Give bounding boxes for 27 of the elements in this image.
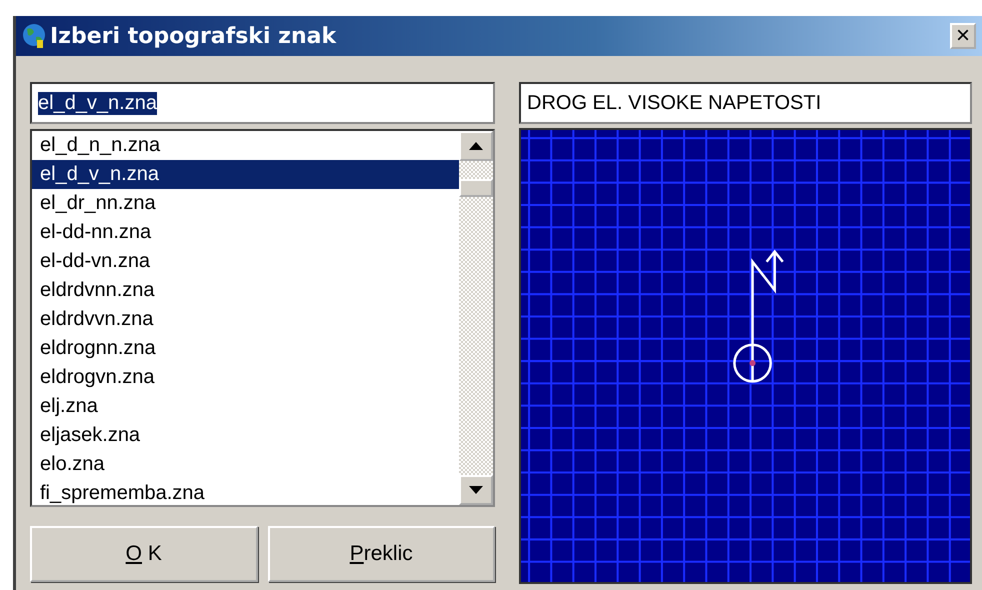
list-item[interactable]: elj.zna xyxy=(32,392,459,421)
list-item[interactable]: elo.zna xyxy=(32,450,459,479)
down-arrow-icon xyxy=(469,486,483,494)
list-item[interactable]: eldrdvvn.zna xyxy=(32,305,459,334)
up-arrow-icon xyxy=(469,142,483,150)
scroll-thumb[interactable] xyxy=(459,179,493,197)
list-item[interactable]: el-dd-vn.zna xyxy=(32,247,459,276)
description-field[interactable]: DROG EL. VISOKE NAPETOSTI xyxy=(519,82,972,124)
list-item[interactable]: fi_sprememba.zna xyxy=(32,479,459,505)
list-item[interactable]: el_d_v_n.zna xyxy=(32,160,459,189)
cancel-button[interactable]: Preklic xyxy=(268,526,495,582)
close-button[interactable]: × xyxy=(950,23,976,49)
list-item[interactable]: eldrognn.zna xyxy=(32,334,459,363)
file-name-field[interactable]: el_d_v_n.zna xyxy=(30,82,495,124)
list-item[interactable]: eljasek.zna xyxy=(32,421,459,450)
scrollbar[interactable] xyxy=(459,131,493,505)
ok-button[interactable]: O K xyxy=(30,526,258,582)
list-item[interactable]: eldrdvnn.zna xyxy=(32,276,459,305)
file-list[interactable]: el_d_n_n.zna el_d_v_n.zna el_dr_nn.zna el-dd-nn.zna el-dd-vn.zna eldrdvnn.zna eldrdvvn.zna eldrognn.zna eldrogvn.zna elj.zna eljasek.zna elo.zna fi_sprememba.zna xyxy=(30,129,495,507)
list-item[interactable]: el-dd-nn.zna xyxy=(32,218,459,247)
globe-icon xyxy=(22,23,46,49)
list-item[interactable]: el_d_n_n.zna xyxy=(32,131,459,160)
list-item[interactable]: el_dr_nn.zna xyxy=(32,189,459,218)
scroll-down-button[interactable] xyxy=(459,475,493,505)
list-item[interactable]: eldrogvn.zna xyxy=(32,363,459,392)
scroll-up-button[interactable] xyxy=(459,131,493,161)
window-title: Izberi topografski znak xyxy=(50,24,338,48)
